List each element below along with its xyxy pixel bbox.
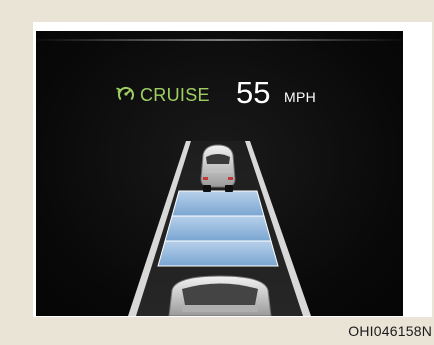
lead-vehicle-icon <box>200 144 236 192</box>
gap-bar <box>157 240 279 267</box>
own-vehicle-icon <box>168 275 272 316</box>
figure-frame: CRUISE 55 MPH OHI046158N <box>0 0 434 345</box>
figure-code: OHI046158N <box>348 323 432 339</box>
lane-graphic <box>128 141 311 316</box>
cluster-display: CRUISE 55 MPH <box>36 31 403 316</box>
gap-bar <box>171 190 265 217</box>
gap-bar <box>164 215 272 242</box>
